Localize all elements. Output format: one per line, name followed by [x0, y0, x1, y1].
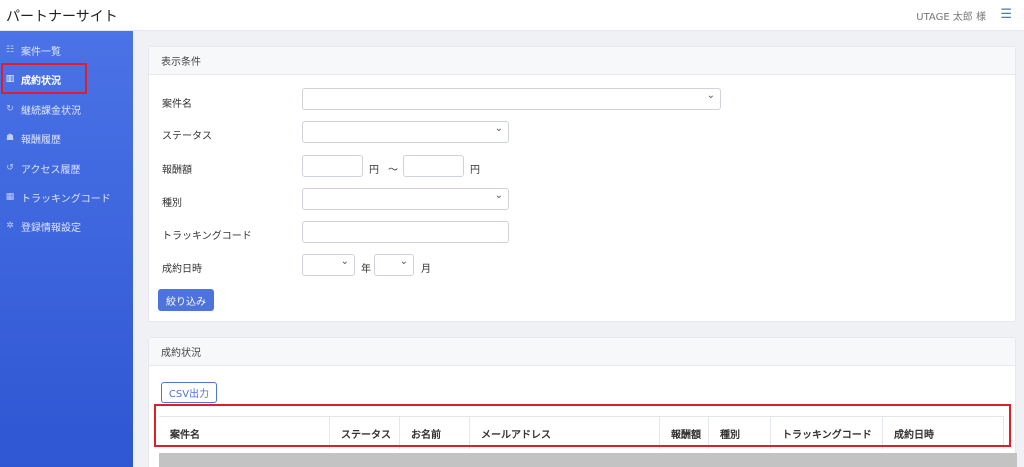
- label-tracking: トラッキングコード: [162, 231, 252, 242]
- year-select[interactable]: [302, 254, 355, 276]
- list-icon: ☷: [5, 45, 15, 55]
- status-select[interactable]: [302, 121, 509, 143]
- highlight-box-table: [154, 404, 1011, 447]
- user-name[interactable]: UTAGE 太郎 様: [916, 8, 986, 23]
- yen-unit-max: 円: [470, 165, 480, 176]
- yen-unit-min: 円: [369, 165, 379, 176]
- sidebar-item-label: 案件一覧: [21, 46, 61, 58]
- sidebar-item-label: 登録情報設定: [21, 222, 81, 234]
- label-date: 成約日時: [162, 264, 202, 275]
- reward-min-input[interactable]: [302, 155, 363, 177]
- type-select[interactable]: [302, 188, 509, 210]
- month-unit: 月: [421, 264, 431, 275]
- table-row: [159, 453, 1017, 467]
- csv-export-button[interactable]: CSV出力: [161, 382, 217, 403]
- filter-button[interactable]: 絞り込み: [158, 289, 214, 311]
- filter-card: 表示条件 案件名 ステータス 報酬額 円 〜 円 種別 トラッキングコード 成約…: [148, 46, 1016, 322]
- sidebar-item-projects[interactable]: ☷ 案件一覧: [4, 40, 129, 60]
- results-card-title: 成約状況: [149, 338, 1015, 366]
- results-card: 成約状況 CSV出力 案件名 ステータス お名前 メールアドレス 報酬額 種別 …: [148, 337, 1017, 467]
- tracking-code-input[interactable]: [302, 221, 509, 243]
- gear-icon: ✲: [6, 221, 14, 231]
- sidebar-item-label: アクセス履歴: [21, 164, 81, 176]
- sidebar-item-label: 報酬履歴: [21, 134, 61, 146]
- site-title[interactable]: パートナーサイト: [6, 6, 118, 26]
- top-bar: パートナーサイト UTAGE 太郎 様 ☰: [0, 0, 1024, 31]
- barcode-icon: ▦: [5, 192, 15, 202]
- sidebar-item-label: トラッキングコード: [21, 193, 111, 205]
- sidebar: ☷ 案件一覧 ▥ 成約状況 ↻ 継続課金状況 ☗ 報酬履歴 ↺ アクセス履歴 ▦…: [0, 31, 133, 467]
- sidebar-item-access-history[interactable]: ↺ アクセス履歴: [4, 158, 129, 178]
- coins-icon: ☗: [5, 133, 15, 143]
- label-status: ステータス: [162, 131, 212, 142]
- refresh-icon: ↻: [6, 104, 14, 114]
- month-select[interactable]: [374, 254, 414, 276]
- filter-card-title: 表示条件: [149, 47, 1015, 75]
- hamburger-icon[interactable]: ☰: [1000, 7, 1012, 22]
- reward-max-input[interactable]: [403, 155, 464, 177]
- history-icon: ↺: [6, 163, 14, 173]
- project-select[interactable]: [302, 88, 721, 110]
- sidebar-item-subscriptions[interactable]: ↻ 継続課金状況: [4, 99, 129, 119]
- sidebar-item-tracking-code[interactable]: ▦ トラッキングコード: [4, 187, 129, 207]
- sidebar-item-label: 継続課金状況: [21, 105, 81, 117]
- range-tilde: 〜: [388, 165, 398, 176]
- highlight-box-sidebar: [1, 63, 87, 94]
- label-type: 種別: [162, 198, 182, 209]
- label-project: 案件名: [162, 99, 192, 110]
- sidebar-item-rewards[interactable]: ☗ 報酬履歴: [4, 128, 129, 148]
- label-reward: 報酬額: [162, 165, 192, 176]
- year-unit: 年: [361, 264, 371, 275]
- sidebar-item-settings[interactable]: ✲ 登録情報設定: [4, 216, 129, 236]
